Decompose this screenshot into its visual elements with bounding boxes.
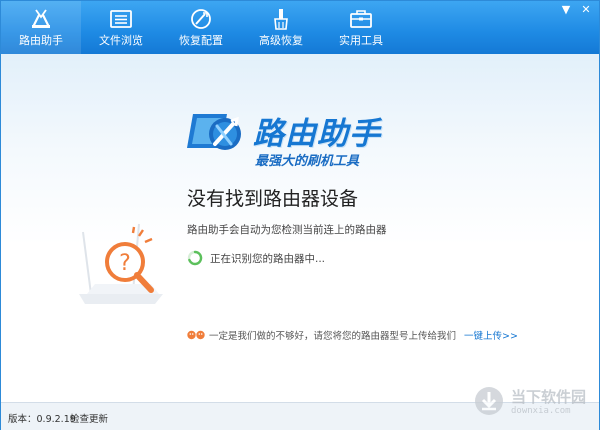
nav-item-file-browse[interactable]: 文件浏览 — [81, 1, 161, 54]
toolbox-icon — [350, 10, 372, 28]
feedback-faces-icon — [187, 330, 205, 340]
watermark-url: downxia.com — [511, 406, 571, 416]
nav-label: 实用工具 — [339, 34, 383, 47]
nav-item-router-helper[interactable]: 路由助手 — [1, 1, 81, 54]
nav-label: 恢复配置 — [179, 34, 223, 47]
main-content: 路由助手 最强大的刷机工具 ? 没有找到路由器设备 路由助手会自动为您检测当前连… — [1, 54, 599, 402]
description-text: 路由助手会自动为您检测当前连上的路由器 — [187, 224, 387, 236]
svg-text:?: ? — [119, 251, 131, 276]
watermark-logo: 当下软件园 downxia.com — [471, 383, 591, 423]
restore-icon — [191, 9, 211, 29]
main-nav: 路由助手 文件浏览 恢复配置 高级恢复 实用工具 — [1, 1, 401, 54]
check-update-link[interactable]: 检查更新 — [70, 411, 108, 425]
loading-spinner-icon — [187, 250, 203, 266]
app-window: 路由助手 文件浏览 恢复配置 高级恢复 实用工具 ▼ ✕ 路由助手 最强大的刷机… — [0, 0, 600, 430]
brush-icon — [274, 9, 288, 30]
nav-label: 高级恢复 — [259, 34, 303, 47]
router-question-icon: ? — [79, 223, 163, 304]
logo-title: 路由助手 — [253, 116, 381, 152]
file-list-icon — [110, 10, 132, 28]
window-controls: ▼ ✕ — [559, 3, 593, 17]
logo-emblem-icon — [187, 114, 241, 150]
nav-item-restore-config[interactable]: 恢复配置 — [161, 1, 241, 54]
nav-item-tools[interactable]: 实用工具 — [321, 1, 401, 54]
feedback-text: 一定是我们做的不够好，请您将您的路由器型号上传给我们 — [209, 331, 457, 342]
one-click-upload-link[interactable]: 一键上传>> — [464, 328, 518, 342]
top-nav-bar: 路由助手 文件浏览 恢复配置 高级恢复 实用工具 ▼ ✕ — [1, 1, 599, 54]
version-label: 版本：0.9.2.19 — [8, 414, 76, 425]
menu-dropdown-button[interactable]: ▼ — [559, 3, 573, 17]
nav-label: 文件浏览 — [99, 34, 143, 47]
page-title: 没有找到路由器设备 — [187, 188, 359, 210]
status-text: 正在识别您的路由器中... — [210, 252, 326, 265]
app-logo: 路由助手 最强大的刷机工具 — [187, 104, 417, 174]
nav-label: 路由助手 — [19, 34, 63, 47]
watermark-title: 当下软件园 — [511, 388, 587, 406]
router-tools-icon — [32, 9, 50, 28]
close-button[interactable]: ✕ — [579, 3, 593, 17]
detection-status: 正在识别您的路由器中... — [187, 248, 325, 268]
feedback-row: 一定是我们做的不够好，请您将您的路由器型号上传给我们 一键上传>> — [187, 327, 518, 343]
nav-item-advanced-restore[interactable]: 高级恢复 — [241, 1, 321, 54]
logo-subtitle: 最强大的刷机工具 — [255, 154, 360, 169]
download-badge-icon — [475, 387, 503, 415]
